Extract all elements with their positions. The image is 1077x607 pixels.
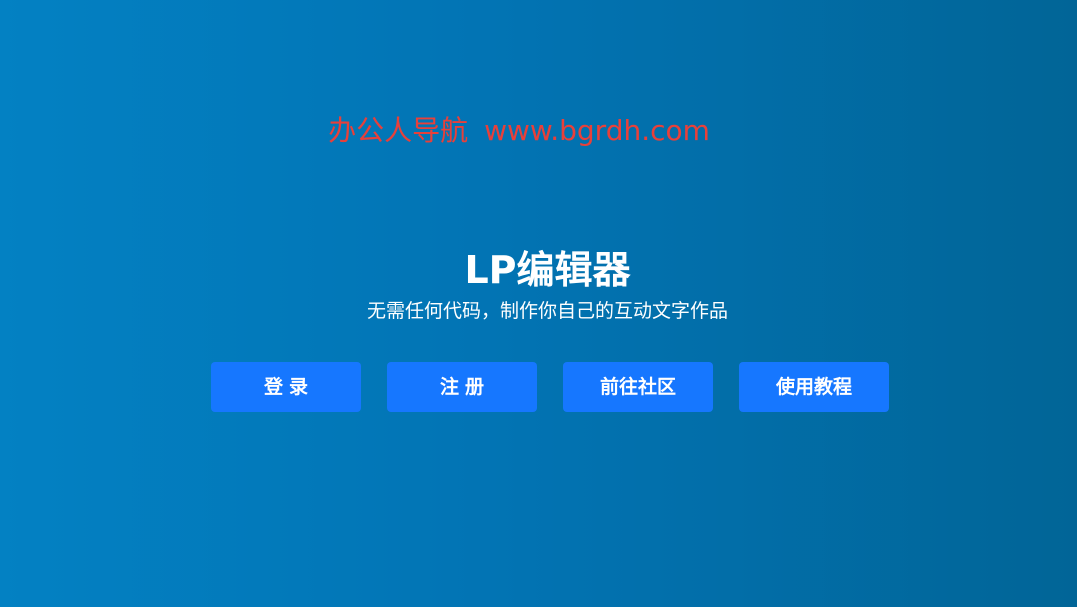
login-button[interactable]: 登录 <box>211 362 361 412</box>
tutorial-button[interactable]: 使用教程 <box>739 362 889 412</box>
watermark-text: 办公人导航 www.bgrdh.com <box>0 112 1038 150</box>
register-button[interactable]: 注册 <box>387 362 537 412</box>
page-subtitle: 无需任何代码，制作你自己的互动文字作品 <box>366 300 728 322</box>
community-button[interactable]: 前往社区 <box>563 362 713 412</box>
page-title: LP编辑器 <box>464 248 631 292</box>
watermark-site-name: 办公人导航 <box>328 114 469 147</box>
watermark-url: www.bgrdh.com <box>484 114 710 147</box>
